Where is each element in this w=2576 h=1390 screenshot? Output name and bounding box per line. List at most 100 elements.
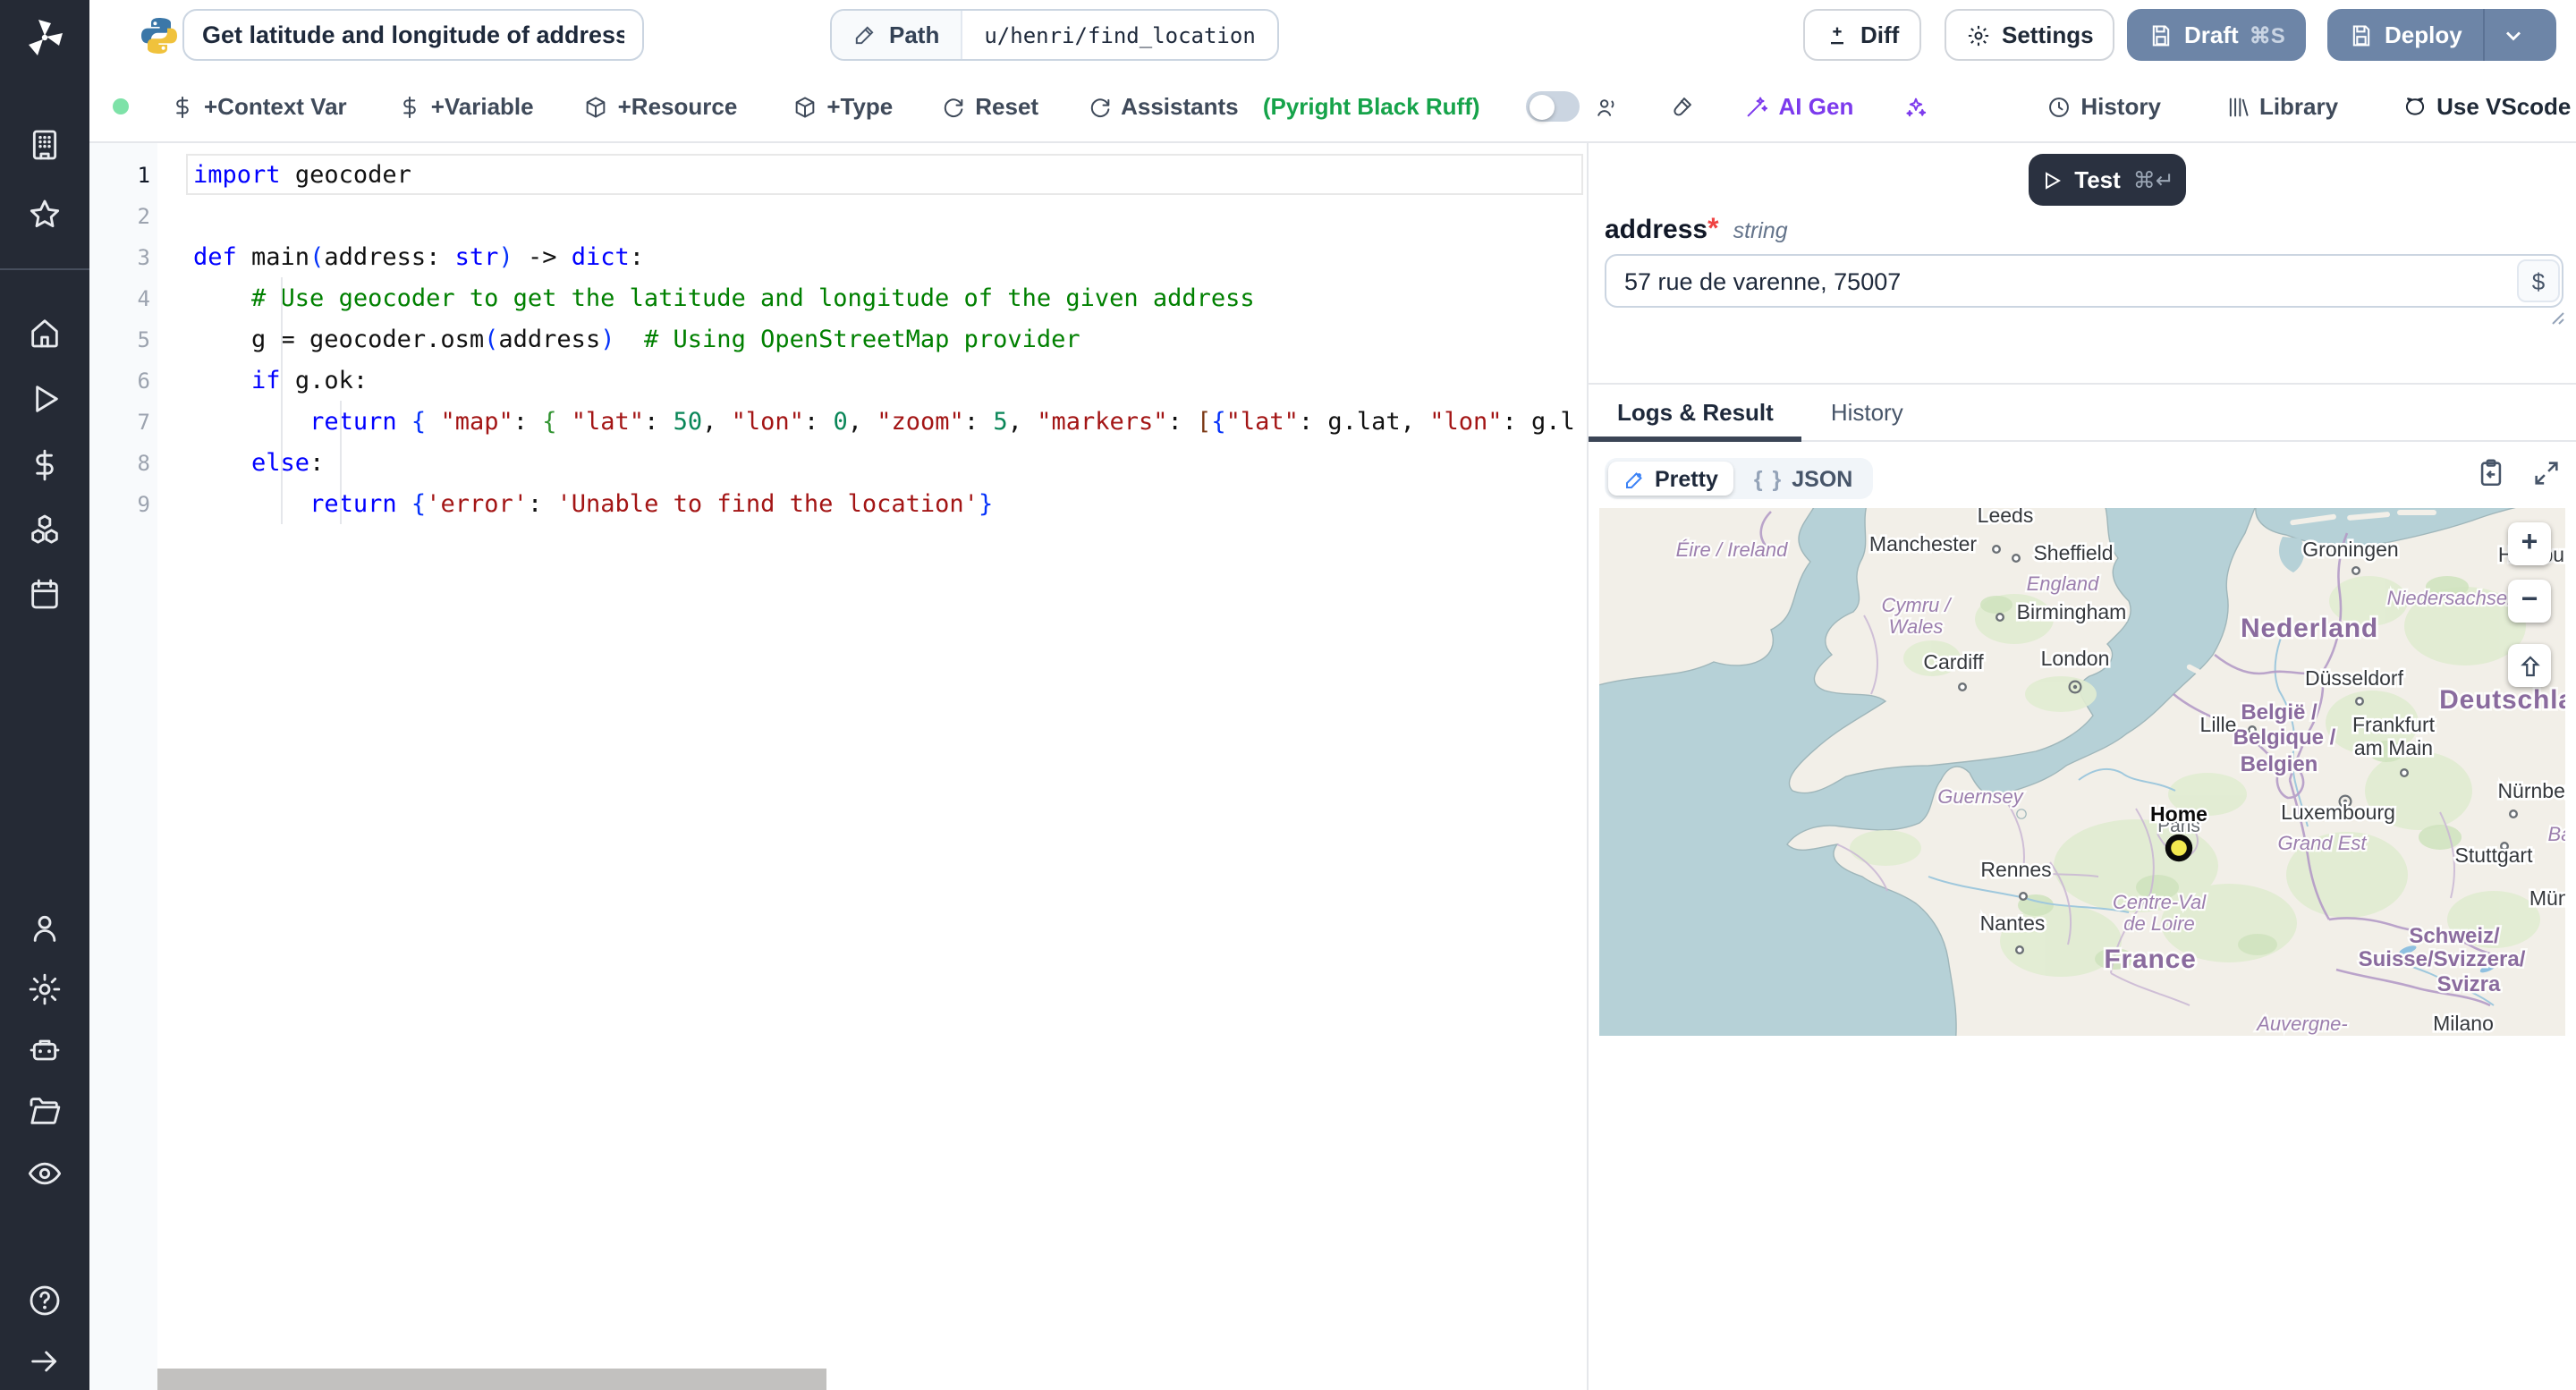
tab-logs-result[interactable]: Logs & Result bbox=[1589, 385, 1803, 442]
windmill-logo-icon[interactable] bbox=[23, 16, 66, 59]
result-map[interactable]: Leeds Éire / Ireland Manchester Sheffield Gr… bbox=[1599, 508, 2565, 1036]
braces-icon: { } bbox=[1753, 466, 1784, 491]
path-edit-section: Path bbox=[832, 11, 963, 59]
expand-result-icon[interactable] bbox=[2531, 458, 2562, 488]
map-recenter-button[interactable] bbox=[2508, 644, 2551, 687]
use-vscode-button[interactable]: Use VScode bbox=[2402, 93, 2571, 120]
sidebar-item-play[interactable] bbox=[23, 377, 66, 420]
path-value: u/henri/find_location bbox=[984, 22, 1256, 47]
line-number: 8 bbox=[137, 450, 150, 475]
format-brush-icon[interactable] bbox=[1670, 94, 1695, 119]
code-line: g = geocoder.osm(address) # Using OpenSt… bbox=[193, 325, 1080, 353]
map-label: de Loire bbox=[2123, 912, 2195, 935]
assistant-toggle[interactable] bbox=[1526, 91, 1580, 122]
code-line: else: bbox=[251, 448, 325, 477]
ai-sparkles-button[interactable] bbox=[1903, 94, 1928, 119]
sidebar-item-folder[interactable] bbox=[23, 1089, 66, 1132]
reset-icon bbox=[941, 94, 966, 119]
sparkles-icon bbox=[1903, 94, 1928, 119]
save-draft-button[interactable]: Draft ⌘S bbox=[2127, 9, 2307, 61]
deploy-dropdown-button[interactable] bbox=[2483, 9, 2543, 61]
map-label: Rennes bbox=[1980, 858, 2051, 881]
library-button[interactable]: Library bbox=[2225, 93, 2338, 120]
map-label: England bbox=[2027, 572, 2100, 595]
horizontal-scrollbar[interactable] bbox=[157, 1369, 826, 1390]
gear-icon bbox=[1968, 24, 1989, 46]
insert-var-button[interactable]: $ bbox=[2517, 259, 2560, 302]
map-label: Niedersachsen bbox=[2387, 587, 2519, 609]
copy-result-icon[interactable] bbox=[2476, 458, 2506, 488]
sidebar-item-gear[interactable] bbox=[23, 968, 66, 1011]
map-label: Suisse/Svizzera/ bbox=[2359, 947, 2526, 971]
chevron-down-icon bbox=[2506, 30, 2521, 40]
sidebar-item-eye[interactable] bbox=[23, 1152, 66, 1195]
test-button[interactable]: Test ⌘↵ bbox=[2029, 154, 2186, 206]
vscode-icon bbox=[2402, 94, 2428, 119]
test-shortcut: ⌘↵ bbox=[2132, 168, 2174, 193]
map-label: Lille bbox=[2200, 713, 2237, 736]
add-context-var-button[interactable]: +Context Var bbox=[170, 93, 347, 120]
map-label: Groningen bbox=[2302, 538, 2398, 561]
indent-guide bbox=[281, 277, 283, 524]
up-arrow-icon bbox=[2520, 655, 2539, 676]
home-marker[interactable] bbox=[2165, 834, 2193, 862]
pen-icon bbox=[1626, 471, 1642, 487]
address-input[interactable] bbox=[1605, 254, 2563, 308]
sidebar-item-calendar[interactable] bbox=[23, 572, 66, 615]
resize-handle[interactable] bbox=[2551, 311, 2565, 326]
map-label: Nantes bbox=[1980, 911, 2046, 935]
ai-gen-button[interactable]: AI Gen bbox=[1745, 93, 1853, 120]
tab-history[interactable]: History bbox=[1802, 385, 1932, 440]
add-type-button[interactable]: +Type bbox=[792, 93, 893, 120]
arg-type: string bbox=[1733, 218, 1788, 243]
status-dot bbox=[113, 98, 129, 114]
map-label: Luxembourg bbox=[2281, 801, 2395, 824]
sidebar-divider bbox=[0, 268, 89, 270]
map-zoom-out-button[interactable]: − bbox=[2508, 580, 2551, 623]
map-label: Manchester bbox=[1869, 532, 1978, 555]
map-label: Düsseldorf bbox=[2305, 666, 2404, 690]
history-button[interactable]: History bbox=[2046, 93, 2161, 120]
map-label: London bbox=[2041, 647, 2110, 670]
json-view-button[interactable]: { } JSON bbox=[1738, 462, 1869, 496]
code-line: if g.ok: bbox=[251, 366, 369, 394]
editor-toolbar: +Context Var +Variable +Resource +Type R… bbox=[89, 72, 2576, 143]
script-path-button[interactable]: Path u/henri/find_location bbox=[830, 9, 1279, 61]
sidebar-item-help[interactable] bbox=[23, 1279, 66, 1322]
run-panel: Test ⌘↵ address* string $ Logs & Result … bbox=[1589, 143, 2576, 1390]
sidebar-item-star[interactable] bbox=[23, 193, 66, 236]
save-icon bbox=[2152, 24, 2170, 46]
sidebar-item-user[interactable] bbox=[23, 907, 66, 950]
sidebar-item-arrow-right[interactable] bbox=[23, 1340, 66, 1383]
map-label: Leeds bbox=[1978, 508, 2034, 527]
sidebar-item-robot[interactable] bbox=[23, 1029, 66, 1072]
map-label: België / bbox=[2241, 700, 2318, 725]
script-title-input[interactable] bbox=[182, 9, 644, 61]
add-resource-button[interactable]: +Resource bbox=[584, 93, 737, 120]
map-label: Wales bbox=[1889, 615, 1944, 638]
sidebar-item-dollar[interactable] bbox=[23, 444, 66, 487]
multiplayer-icon[interactable] bbox=[1595, 94, 1620, 119]
assistants-button[interactable]: Assistants (Pyright Black Ruff) bbox=[1087, 93, 1480, 120]
history-icon bbox=[2046, 94, 2072, 119]
settings-button[interactable]: Settings bbox=[1945, 9, 2115, 61]
add-variable-button[interactable]: +Variable bbox=[397, 93, 534, 120]
sidebar-item-cubes[interactable] bbox=[23, 508, 66, 551]
line-number: 1 bbox=[137, 162, 150, 187]
sidebar-item-home[interactable] bbox=[23, 311, 66, 354]
deploy-button[interactable]: Deploy bbox=[2327, 9, 2556, 61]
line-number: 6 bbox=[137, 368, 150, 393]
map-canvas: Leeds Éire / Ireland Manchester Sheffield Gr… bbox=[1599, 508, 2565, 1036]
top-bar: Path u/henri/find_location Diff Settings… bbox=[89, 0, 2576, 72]
result-tabs: Logs & Result History bbox=[1589, 385, 2576, 442]
pretty-view-button[interactable]: Pretty bbox=[1608, 462, 1734, 496]
map-zoom-in-button[interactable]: + bbox=[2508, 522, 2551, 565]
sidebar-item-building[interactable] bbox=[23, 123, 66, 166]
code-line: import geocoder bbox=[193, 160, 411, 189]
dollar-icon bbox=[397, 94, 422, 119]
map-label: Deutschlan bbox=[2439, 685, 2565, 715]
package-icon bbox=[792, 94, 818, 119]
code-editor[interactable]: 1 import geocoder 2 3 def main(address: str)… bbox=[89, 143, 1587, 1390]
diff-button[interactable]: Diff bbox=[1803, 9, 1921, 61]
reset-button[interactable]: Reset bbox=[941, 93, 1038, 120]
